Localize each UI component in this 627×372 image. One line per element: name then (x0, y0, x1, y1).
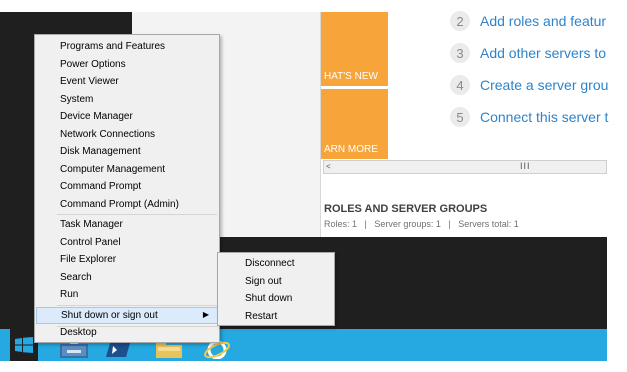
menu-power-options[interactable]: Power Options (36, 56, 218, 73)
scroll-grip[interactable]: III (520, 161, 531, 171)
submenu-disconnect[interactable]: Disconnect (219, 255, 333, 272)
shutdown-submenu: Disconnect Sign out Shut down Restart (217, 252, 335, 326)
horizontal-scrollbar[interactable]: < III (323, 160, 607, 174)
step-link[interactable]: Add roles and featur (480, 13, 606, 29)
step-add-servers[interactable]: 3 Add other servers to (450, 42, 606, 64)
menu-task-manager[interactable]: Task Manager (36, 216, 218, 233)
submenu-restart[interactable]: Restart (219, 308, 333, 325)
menu-programs-and-features[interactable]: Programs and Features (36, 38, 218, 55)
step-number: 4 (450, 75, 470, 95)
scroll-left-arrow-icon[interactable]: < (326, 162, 331, 171)
menu-shut-down-label: Shut down or sign out (61, 310, 158, 321)
step-number: 2 (450, 11, 470, 31)
menu-computer-management[interactable]: Computer Management (36, 161, 218, 178)
menu-event-viewer[interactable]: Event Viewer (36, 73, 218, 90)
submenu-sign-out[interactable]: Sign out (219, 273, 333, 290)
menu-command-prompt[interactable]: Command Prompt (36, 178, 218, 195)
menu-desktop[interactable]: Desktop (36, 324, 218, 341)
winx-menu: Programs and Features Power Options Even… (34, 34, 220, 343)
menu-disk-management[interactable]: Disk Management (36, 143, 218, 160)
step-link[interactable]: Add other servers to (480, 45, 606, 61)
whats-new-label: HAT'S NEW (324, 71, 378, 82)
windows-logo-icon[interactable] (15, 337, 33, 353)
menu-system[interactable]: System (36, 91, 218, 108)
step-connect-server[interactable]: 5 Connect this server t (450, 106, 608, 128)
submenu-shut-down[interactable]: Shut down (219, 290, 333, 307)
step-link[interactable]: Connect this server t (480, 109, 608, 125)
roles-section-title: ROLES AND SERVER GROUPS (324, 203, 488, 215)
menu-file-explorer[interactable]: File Explorer (36, 251, 218, 268)
step-create-group[interactable]: 4 Create a server grou (450, 74, 608, 96)
menu-separator (57, 305, 217, 306)
whats-new-tile[interactable]: HAT'S NEW (321, 12, 388, 86)
menu-shut-down-or-sign-out[interactable]: Shut down or sign out ▶ (36, 307, 218, 324)
roles-section-stats: Roles: 1 | Server groups: 1 | Servers to… (324, 219, 519, 229)
submenu-arrow-icon: ▶ (202, 310, 209, 319)
menu-separator (57, 214, 217, 215)
learn-more-tile[interactable]: ARN MORE (321, 89, 388, 159)
learn-more-label: ARN MORE (324, 144, 378, 155)
step-add-roles[interactable]: 2 Add roles and featur (450, 10, 606, 32)
menu-command-prompt-admin[interactable]: Command Prompt (Admin) (36, 196, 218, 213)
step-link[interactable]: Create a server grou (480, 77, 608, 93)
step-number: 3 (450, 43, 470, 63)
step-number: 5 (450, 107, 470, 127)
menu-device-manager[interactable]: Device Manager (36, 108, 218, 125)
menu-search[interactable]: Search (36, 269, 218, 286)
menu-control-panel[interactable]: Control Panel (36, 234, 218, 251)
menu-network-connections[interactable]: Network Connections (36, 126, 218, 143)
menu-run[interactable]: Run (36, 286, 218, 303)
